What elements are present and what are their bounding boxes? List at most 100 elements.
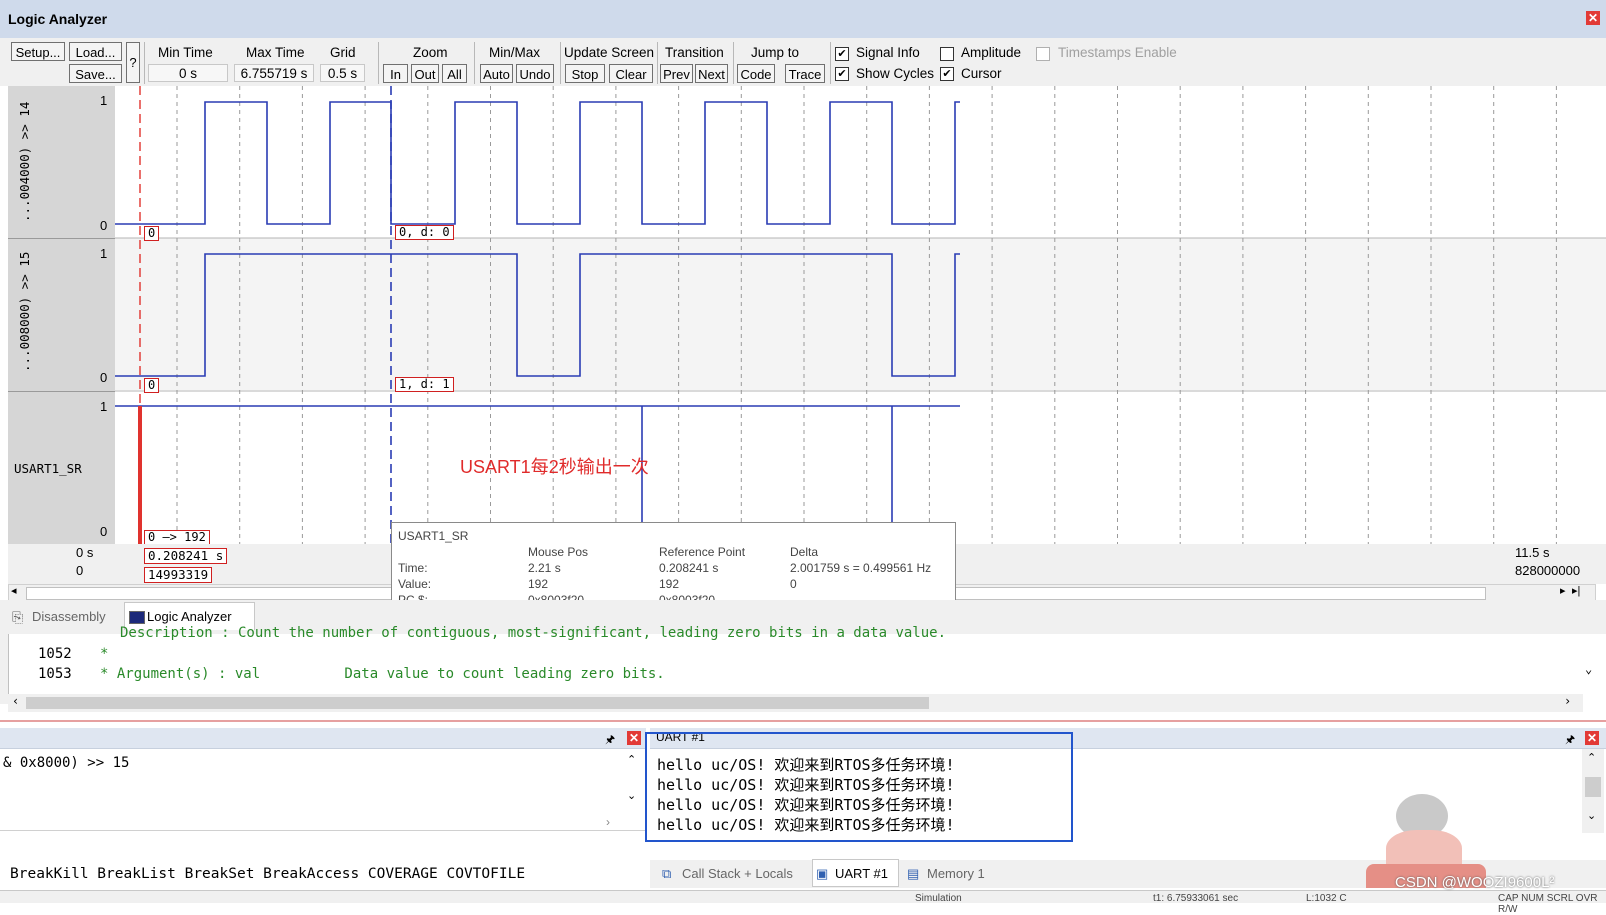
tooltip-col-mouse: Mouse Pos xyxy=(528,545,589,559)
scroll-up-icon[interactable]: ⌃ xyxy=(627,753,636,766)
toolbar-separator xyxy=(144,42,145,84)
close-icon[interactable]: ✕ xyxy=(1586,11,1600,25)
line-number: 1053 xyxy=(38,666,72,682)
close-icon[interactable]: ✕ xyxy=(627,731,641,745)
scroll-left-icon[interactable]: ◂ xyxy=(11,584,17,597)
grid-value: 0.5 s xyxy=(320,64,365,82)
sig2-max: 1 xyxy=(100,246,108,261)
zoom-in-button[interactable]: In xyxy=(383,64,408,83)
code-hscroll-thumb[interactable] xyxy=(26,697,929,709)
command-help-bar xyxy=(0,830,646,857)
signal-name-bit15[interactable]: ...008000) >> 15 xyxy=(17,252,32,372)
tooltip-ref-value: 192 xyxy=(659,577,680,591)
cursor-checkbox[interactable]: ✔ xyxy=(940,67,954,81)
scroll-up-icon[interactable]: ⌃ xyxy=(1587,751,1596,764)
zoom-all-button[interactable]: All xyxy=(442,64,467,83)
max-time-label: Max Time xyxy=(246,45,305,60)
sig2-left-value: 0 xyxy=(144,378,160,393)
sig3-min: 0 xyxy=(100,524,108,539)
tooltip-signal: USART1_SR xyxy=(398,529,469,543)
min-time-value: 0 s xyxy=(148,64,228,82)
trace-button[interactable]: Trace xyxy=(785,64,825,83)
tab-call-stack[interactable]: ⧉ Call Stack + Locals xyxy=(660,860,793,888)
amplitude-checkbox[interactable] xyxy=(940,47,954,61)
tab-memory1[interactable]: ▤ Memory 1 xyxy=(905,860,985,888)
line-number: 1052 xyxy=(38,646,72,662)
clear-button[interactable]: Clear xyxy=(609,64,653,83)
zoom-out-button[interactable]: Out xyxy=(411,64,439,83)
tooltip-col-ref: Reference Point xyxy=(659,545,746,559)
status-simulation: Simulation xyxy=(915,893,962,904)
tab-uart1[interactable]: ▣ UART #1 xyxy=(812,859,899,887)
sig1-cursor-value: 0, d: 0 xyxy=(395,225,454,240)
command-help-text: BreakKill BreakList BreakSet BreakAccess… xyxy=(10,866,526,882)
command-output: & 0x8000) >> 15 ⌃ ⌄ › xyxy=(0,749,646,829)
tooltip-col-delta: Delta xyxy=(790,545,819,559)
annotation-text: USART1每2秒输出一次 xyxy=(460,457,649,477)
pin-icon[interactable]: 🖈 xyxy=(605,731,615,750)
tab-memory1-label: Memory 1 xyxy=(927,866,985,881)
scroll-down-icon[interactable]: ⌄ xyxy=(627,789,636,802)
signal-name-bit14[interactable]: ...004000) >> 14 xyxy=(17,102,32,222)
signal-info-label: Signal Info xyxy=(856,45,920,60)
cursor-cycles-value: 14993319 xyxy=(144,567,213,583)
scroll-right-icon[interactable]: › xyxy=(1564,694,1571,708)
scroll-end-icon[interactable]: ▸| xyxy=(1572,584,1580,597)
scroll-right-icon[interactable]: ▸ xyxy=(1560,584,1566,597)
toolbar-separator xyxy=(378,42,379,84)
show-cycles-checkbox[interactable]: ✔ xyxy=(835,67,849,81)
axis-left-cycles: 0 xyxy=(76,563,84,578)
logic-analyzer-icon xyxy=(129,611,145,624)
tooltip-row-value: Value: xyxy=(398,577,432,591)
sig2-cursor-value: 1, d: 1 xyxy=(395,377,454,392)
usart-sr-reference-pulse xyxy=(138,406,142,544)
code-button[interactable]: Code xyxy=(737,64,775,83)
scroll-left-icon[interactable]: ‹ xyxy=(12,694,19,708)
auto-button[interactable]: Auto xyxy=(480,64,513,83)
scroll-right-icon[interactable]: › xyxy=(606,815,610,829)
scroll-down-icon[interactable]: ⌄ xyxy=(1587,809,1596,822)
tab-uart1-label: UART #1 xyxy=(835,866,888,881)
toolbar-separator xyxy=(657,42,658,84)
tab-disassembly[interactable]: ⎘ Disassembly xyxy=(10,603,106,631)
grid-label: Grid xyxy=(330,45,356,60)
toolbar-separator xyxy=(560,42,561,84)
timestamps-checkbox[interactable] xyxy=(1036,47,1050,61)
scroll-down-icon[interactable]: ⌄ xyxy=(1585,662,1592,676)
next-button[interactable]: Next xyxy=(695,64,728,83)
status-caps: CAP NUM SCRL OVR R/W xyxy=(1498,893,1598,915)
uart-icon: ▣ xyxy=(816,866,829,881)
save-button[interactable]: Save... xyxy=(69,64,122,83)
signal-name-usart1-sr[interactable]: USART1_SR xyxy=(14,461,82,476)
load-button[interactable]: Load... xyxy=(69,42,122,61)
pin-icon[interactable]: 🖈 xyxy=(1565,731,1575,750)
amplitude-label: Amplitude xyxy=(961,45,1022,60)
command-pane-header xyxy=(0,728,646,749)
undo-button[interactable]: Undo xyxy=(516,64,554,83)
command-text: & 0x8000) >> 15 xyxy=(3,755,130,771)
tooltip-mouse-time: 2.21 s xyxy=(528,561,561,575)
prev-button[interactable]: Prev xyxy=(660,64,693,83)
sig2-min: 0 xyxy=(100,370,108,385)
stop-button[interactable]: Stop xyxy=(565,64,605,83)
cursor-label: Cursor xyxy=(961,66,1002,81)
tab-disassembly-label: Disassembly xyxy=(32,609,106,624)
status-bar xyxy=(0,890,1606,903)
status-time: t1: 6.75933061 sec xyxy=(1153,893,1239,904)
signal-divider xyxy=(8,238,115,239)
uart-vscroll-thumb[interactable] xyxy=(1585,777,1601,797)
waveform-canvas[interactable] xyxy=(115,86,1606,544)
status-line: L:1032 C xyxy=(1306,893,1347,904)
help-button[interactable]: ? xyxy=(126,42,140,83)
max-time-value: 6.755719 s xyxy=(234,64,314,82)
signal-info-checkbox[interactable]: ✔ xyxy=(835,47,849,61)
code-line: * Argument(s) : val Data value to count … xyxy=(100,666,665,682)
setup-button[interactable]: Setup... xyxy=(11,42,65,61)
tab-call-stack-label: Call Stack + Locals xyxy=(682,866,793,881)
toolbar-separator xyxy=(830,42,831,84)
close-icon[interactable]: ✕ xyxy=(1585,731,1599,745)
toolbar-separator xyxy=(474,42,475,84)
cursor-time-value: 0.208241 s xyxy=(144,548,228,564)
update-screen-label: Update Screen xyxy=(564,45,655,60)
uart-highlight-box xyxy=(645,732,1073,842)
